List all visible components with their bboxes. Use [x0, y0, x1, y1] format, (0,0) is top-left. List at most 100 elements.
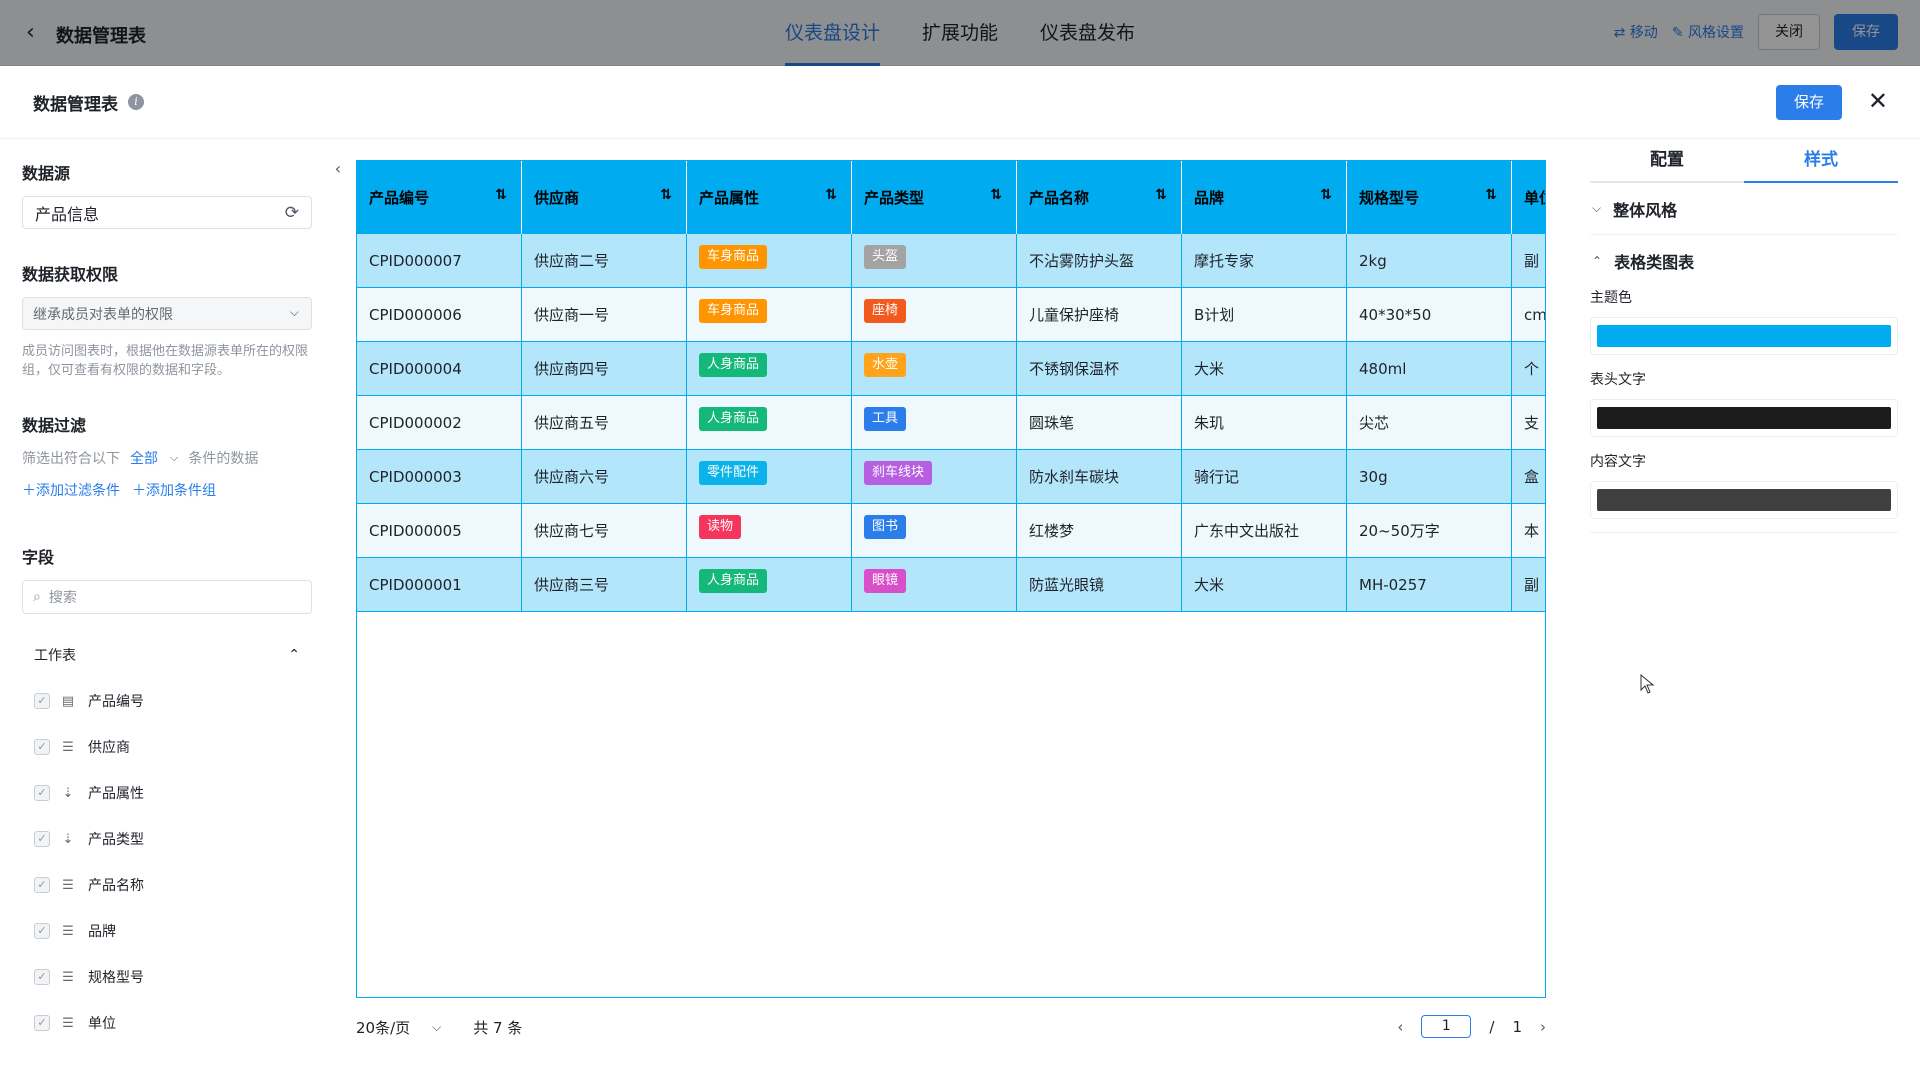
- modal-save-button[interactable]: 保存: [1775, 85, 1842, 120]
- cell-supplier: 供应商二号: [522, 234, 687, 287]
- cell-unit: 本: [1512, 504, 1545, 557]
- header-text-color-swatch: [1597, 407, 1891, 429]
- sheet-group-header[interactable]: 工作表 ⌃: [22, 642, 312, 668]
- tab-config[interactable]: 配置: [1590, 140, 1744, 181]
- overall-style-group[interactable]: ⌵ 整体风格: [1590, 183, 1898, 235]
- cell-attr: 人身商品: [687, 396, 852, 449]
- cell-type: 眼镜: [852, 558, 1017, 611]
- type-tag: 眼镜: [864, 568, 907, 593]
- add-group-button[interactable]: ＋添加条件组: [132, 480, 216, 500]
- cell-brand: 大米: [1182, 558, 1347, 611]
- field-item[interactable]: ✓ ☰ 产品名称: [22, 862, 312, 908]
- table-row[interactable]: CPID000003 供应商六号 零件配件 刹车线块 防水刹车碳块 骑行记 30g 盒: [357, 450, 1545, 504]
- next-page-icon[interactable]: ›: [1540, 1018, 1546, 1036]
- table-row[interactable]: CPID000004 供应商四号 人身商品 水壶 不锈钢保温杯 大米 480ml 个: [357, 342, 1545, 396]
- column-header[interactable]: 品牌 ⇅: [1182, 161, 1347, 234]
- cell-supplier: 供应商七号: [522, 504, 687, 557]
- close-icon[interactable]: ✕: [1868, 86, 1888, 116]
- content-text-label: 内容文字: [1590, 454, 1646, 470]
- cell-spec: 2kg: [1347, 234, 1512, 287]
- cell-unit: 副: [1512, 558, 1545, 611]
- text-lines-icon: ☰: [62, 739, 74, 755]
- sort-icon[interactable]: ⇅: [990, 187, 1002, 203]
- sort-icon[interactable]: ⇅: [1320, 187, 1332, 203]
- table-row[interactable]: CPID000002 供应商五号 人身商品 工具 圆珠笔 朱玑 尖芯支: [357, 396, 1545, 450]
- field-label: 产品编号: [88, 694, 144, 710]
- pagination-controls: ‹ 1 / 1 ›: [1397, 1015, 1546, 1038]
- cell-id: CPID000005: [357, 504, 522, 557]
- table-row[interactable]: CPID000006 供应商一号 车身商品 座椅 儿童保护座椅 B计划 40*30*50 cm: [357, 288, 1545, 342]
- tab-style[interactable]: 样式: [1744, 140, 1898, 183]
- sort-icon[interactable]: ⇅: [825, 187, 837, 203]
- permission-select[interactable]: 继承成员对表单的权限 ⌵: [22, 297, 312, 330]
- cell-spec: 480ml: [1347, 342, 1512, 395]
- cell-attr: 零件配件: [687, 450, 852, 503]
- theme-color-picker[interactable]: [1590, 317, 1898, 355]
- cell-supplier: 供应商三号: [522, 558, 687, 611]
- cell-id: CPID000007: [357, 234, 522, 287]
- attr-tag: 人身商品: [699, 352, 768, 377]
- sort-icon[interactable]: ⇅: [495, 187, 507, 203]
- field-item[interactable]: ✓ ⇣ 产品类型: [22, 816, 312, 862]
- checkbox-checked-icon[interactable]: ✓: [34, 831, 50, 847]
- checkbox-checked-icon[interactable]: ✓: [34, 785, 50, 801]
- field-item[interactable]: ✓ ▤ 产品编号: [22, 678, 312, 724]
- cell-spec: MH-0257: [1347, 558, 1512, 611]
- refresh-icon[interactable]: ⟳: [285, 203, 299, 223]
- datasource-select[interactable]: 产品信息 ⟳: [22, 196, 312, 229]
- cell-id: CPID000001: [357, 558, 522, 611]
- filter-mode-select[interactable]: 全部: [130, 448, 158, 468]
- column-header[interactable]: 产品编号 ⇅: [357, 161, 522, 234]
- table-row[interactable]: CPID000005 供应商七号 读物 图书 红楼梦 广东中文出版社 20~50万字本: [357, 504, 1545, 558]
- datasource-title: 数据源: [22, 164, 71, 183]
- sort-icon[interactable]: ⇅: [1155, 187, 1167, 203]
- column-header[interactable]: 产品属性 ⇅: [687, 161, 852, 234]
- field-label: 规格型号: [88, 970, 144, 986]
- checkbox-checked-icon[interactable]: ✓: [34, 969, 50, 985]
- plus-icon: ＋: [132, 483, 146, 499]
- field-item[interactable]: ✓ ⇣ 产品属性: [22, 770, 312, 816]
- table-row[interactable]: CPID000001 供应商三号 人身商品 眼镜 防蓝光眼镜 大米 MH-0257 副: [357, 558, 1545, 612]
- column-header[interactable]: 单位⇅: [1512, 161, 1545, 234]
- collapse-panel-icon[interactable]: ‹: [327, 158, 349, 180]
- header-text-color-picker[interactable]: [1590, 399, 1898, 437]
- type-tag: 刹车线块: [864, 460, 933, 485]
- checkbox-checked-icon[interactable]: ✓: [34, 1015, 50, 1031]
- page-input[interactable]: 1: [1421, 1015, 1472, 1038]
- checkbox-checked-icon[interactable]: ✓: [34, 739, 50, 755]
- cell-brand: 朱玑: [1182, 396, 1347, 449]
- field-item[interactable]: ✓ ☰ 单位: [22, 1000, 312, 1046]
- modal-backdrop: [0, 0, 1920, 66]
- cell-type: 图书: [852, 504, 1017, 557]
- field-item[interactable]: ✓ ☰ 品牌: [22, 908, 312, 954]
- panel-tabs: 配置 样式: [1590, 140, 1898, 183]
- page-size-select[interactable]: 20条/页: [356, 1017, 410, 1038]
- column-header[interactable]: 产品类型 ⇅: [852, 161, 1017, 234]
- type-tag: 座椅: [864, 298, 907, 323]
- prev-page-icon[interactable]: ‹: [1397, 1018, 1403, 1036]
- field-search-input[interactable]: ⌕ 搜索: [22, 580, 312, 614]
- attr-tag: 人身商品: [699, 406, 768, 431]
- column-header[interactable]: 供应商 ⇅: [522, 161, 687, 234]
- checkbox-checked-icon[interactable]: ✓: [34, 877, 50, 893]
- chevron-down-icon[interactable]: ⌵: [432, 1020, 441, 1035]
- checkbox-checked-icon[interactable]: ✓: [34, 923, 50, 939]
- add-filter-button[interactable]: ＋添加过滤条件: [22, 480, 120, 500]
- sort-icon[interactable]: ⇅: [660, 187, 672, 203]
- field-item[interactable]: ✓ ☰ 供应商: [22, 724, 312, 770]
- cell-name: 不沾雾防护头盔: [1017, 234, 1182, 287]
- chevron-down-icon[interactable]: ⌵: [170, 451, 178, 465]
- column-header[interactable]: 规格型号 ⇅: [1347, 161, 1512, 234]
- checkbox-checked-icon[interactable]: ✓: [34, 693, 50, 709]
- table-chart-group[interactable]: ⌃ 表格类图表: [1590, 235, 1898, 287]
- content-text-color-picker[interactable]: [1590, 481, 1898, 519]
- table-row[interactable]: CPID000007 供应商二号 车身商品 头盔 不沾雾防护头盔 摩托专家 2kg 副: [357, 234, 1545, 288]
- sort-icon[interactable]: ⇅: [1485, 187, 1497, 203]
- theme-color-label: 主题色: [1590, 290, 1632, 306]
- option-list-icon: ⇣: [62, 785, 74, 801]
- column-header[interactable]: 产品名称 ⇅: [1017, 161, 1182, 234]
- cell-supplier: 供应商五号: [522, 396, 687, 449]
- cell-type: 水壶: [852, 342, 1017, 395]
- table-body: CPID000007 供应商二号 车身商品 头盔 不沾雾防护头盔 摩托专家 2kg 副 CPID…: [357, 234, 1545, 612]
- field-item[interactable]: ✓ ☰ 规格型号: [22, 954, 312, 1000]
